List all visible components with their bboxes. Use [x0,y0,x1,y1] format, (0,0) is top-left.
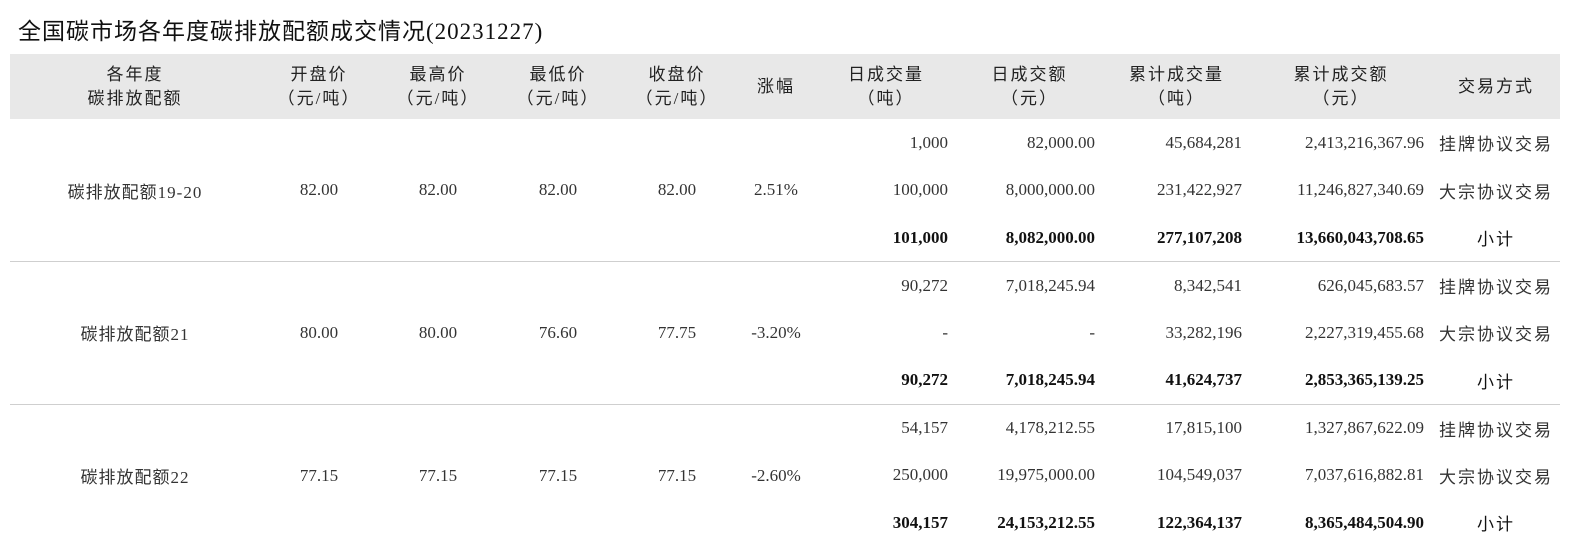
header-open-price: 开盘价 （元/吨） [277,64,361,108]
cumulative-amount: 1,327,867,622.09 [1250,403,1432,452]
daily-volume: 54,157 [816,403,956,452]
header-high-price: 最高价 （元/吨） [396,64,480,108]
subtotal-label: 小计 [1477,372,1515,392]
daily-amount: 8,000,000.00 [1005,180,1095,200]
cumulative-volume: 8,342,541 [1103,261,1250,309]
daily-volume: 90,272 [816,261,956,309]
cumulative-amount: 11,246,827,340.69 [1297,180,1424,200]
quota-name: 碳排放配额19-20 [67,182,203,202]
table-row: 碳排放配额21 80.00 80.00 76.60 77.75 -3.20% 9… [10,261,1560,404]
daily-amount: 4,178,212.55 [956,403,1103,452]
daily-volume: 100,000 [892,180,948,200]
table-row: 碳排放配额22 77.15 77.15 77.15 77.15 -2.60% 5… [10,403,1560,547]
trade-method: 挂牌协议交易 [1432,261,1560,309]
change-pct: 2.51% [754,180,798,199]
cumulative-amount: 2,853,365,139.25 [1305,370,1424,389]
trade-method: 大宗协议交易 [1439,325,1553,345]
header-trade-method: 交易方式 [1458,76,1534,96]
low-price: 77.15 [498,403,618,547]
daily-amount: 7,018,245.94 [956,261,1103,309]
cumulative-amount: 13,660,043,708.65 [1296,227,1425,247]
trade-method: 挂牌协议交易 [1439,135,1553,155]
open-price: 82.00 [299,180,339,199]
low-price: 82.00 [538,180,578,199]
open-price: 80.00 [260,261,378,404]
cumulative-amount: 8,365,484,504.90 [1305,512,1424,532]
change-pct: -3.20% [736,261,816,404]
quota-name: 碳排放配额22 [10,403,260,547]
cumulative-volume: 277,107,208 [1157,227,1242,247]
quota-name: 碳排放配额21 [10,261,260,404]
daily-amount: 19,975,000.00 [997,465,1095,485]
cumulative-volume: 41,624,737 [1165,370,1243,389]
header-low-price: 最低价 （元/吨） [516,64,600,108]
high-price: 77.15 [378,403,498,547]
header-daily-volume: 日成交量 （吨） [848,64,924,108]
trade-method: 大宗协议交易 [1439,182,1553,202]
daily-volume: 1,000 [909,132,948,152]
high-price: 82.00 [418,180,458,199]
daily-volume: 250,000 [892,465,948,485]
header-quota-year: 各年度 碳排放配额 [87,64,183,108]
header-daily-amount: 日成交额 （元） [991,64,1068,108]
page-title: 全国碳市场各年度碳排放配额成交情况(20231227) [18,19,544,44]
cumulative-volume: 122,364,137 [1157,512,1242,532]
daily-volume: 90,272 [901,370,948,389]
close-price: 82.00 [657,180,697,199]
daily-volume: 101,000 [892,227,948,247]
header-cumulative-volume: 累计成交量 （吨） [1129,64,1224,108]
cumulative-amount: 2,227,319,455.68 [1305,322,1424,342]
header-row: 各年度 碳排放配额 开盘价 （元/吨） 最高价 （元/吨） 最低价 （元/吨） 收盘价（… [10,54,1560,119]
trade-method: 大宗协议交易 [1439,467,1553,487]
daily-amount: 8,082,000.00 [1005,227,1095,247]
subtotal-label: 小计 [1477,515,1515,535]
table-row: 碳排放配额19-20 82.00 82.00 82.00 82.00 2.51%… [10,119,1560,202]
header-close-price: 收盘价 （元/吨） [635,64,719,108]
daily-amount: - [1089,322,1095,342]
cumulative-volume: 231,422,927 [1157,180,1242,200]
cumulative-volume: 17,815,100 [1103,403,1250,452]
cumulative-volume: 33,282,196 [1165,322,1243,342]
daily-volume: 304,157 [892,512,948,532]
header-cumulative-amount: 累计成交额 （元） [1293,64,1389,108]
subtotal-label: 小计 [1477,230,1515,249]
daily-volume: - [942,322,948,342]
low-price: 76.60 [498,261,618,404]
cumulative-amount: 7,037,616,882.81 [1305,465,1424,485]
cumulative-amount: 2,413,216,367.96 [1305,132,1424,152]
open-price: 77.15 [260,403,378,547]
high-price: 80.00 [378,261,498,404]
header-change: 涨幅 [757,76,795,96]
trade-method: 挂牌协议交易 [1432,403,1560,452]
daily-amount: 24,153,212.55 [997,512,1095,532]
change-pct: -2.60% [736,403,816,547]
cumulative-amount: 626,045,683.57 [1250,261,1432,309]
close-price: 77.15 [618,403,736,547]
carbon-quota-table: 各年度 碳排放配额 开盘价 （元/吨） 最高价 （元/吨） 最低价 （元/吨） 收盘价（… [10,54,1560,547]
close-price: 77.75 [618,261,736,404]
daily-amount: 7,018,245.94 [1005,370,1095,389]
daily-amount: 82,000.00 [1027,132,1095,152]
cumulative-volume: 45,684,281 [1165,132,1243,152]
cumulative-volume: 104,549,037 [1157,465,1242,485]
